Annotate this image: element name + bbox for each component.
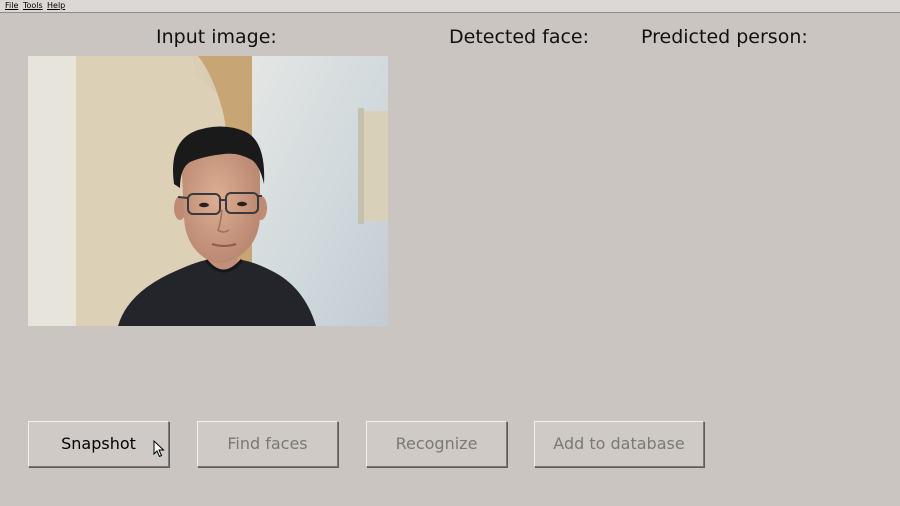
menu-file[interactable]: File — [5, 1, 18, 11]
detected-face-heading: Detected face: — [449, 26, 590, 48]
predicted-person-heading: Predicted person: — [641, 26, 808, 48]
menu-help[interactable]: Help — [47, 1, 65, 11]
webcam-photo — [28, 56, 388, 326]
input-image-view — [28, 56, 388, 326]
input-image-heading: Input image: — [156, 26, 277, 48]
recognize-button[interactable]: Recognize — [366, 421, 507, 467]
find-faces-button[interactable]: Find faces — [197, 421, 338, 467]
menu-tools[interactable]: Tools — [23, 1, 43, 11]
add-to-database-button[interactable]: Add to database — [534, 421, 704, 467]
app-window: File Tools Help Input image: Detected fa… — [0, 0, 900, 506]
snapshot-button[interactable]: Snapshot — [28, 421, 169, 467]
menu-bar: File Tools Help — [0, 0, 900, 13]
